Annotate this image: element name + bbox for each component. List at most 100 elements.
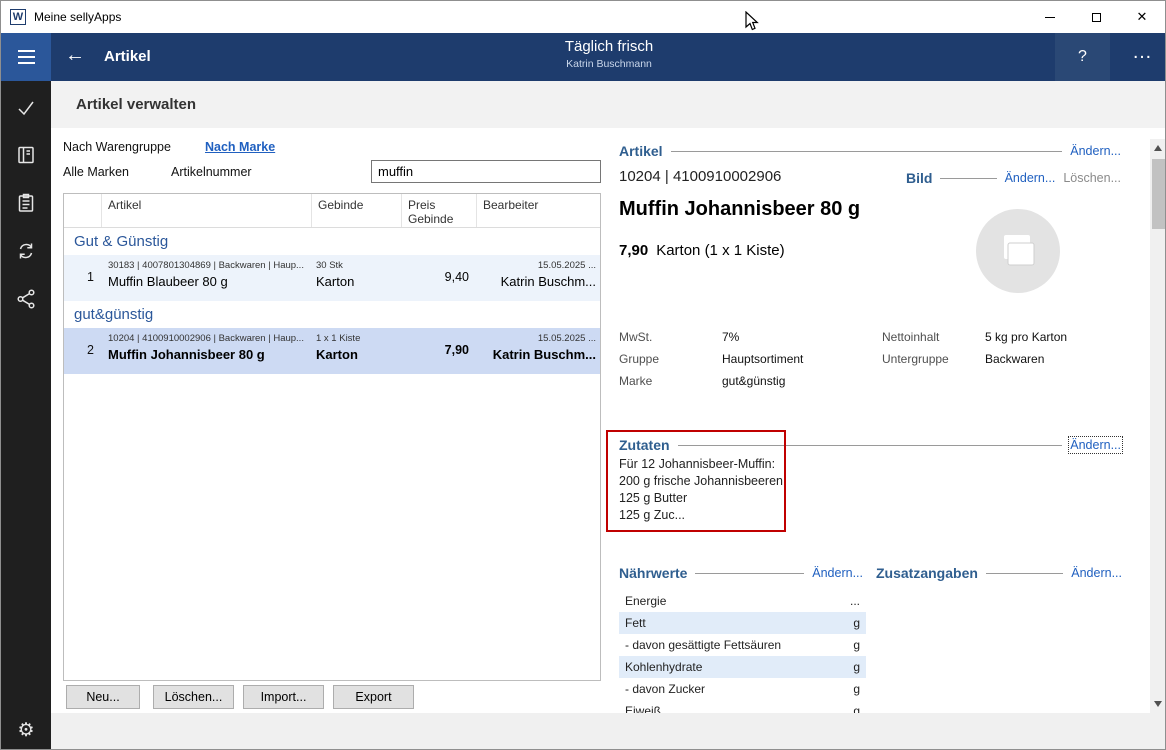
sidebar-item-settings[interactable]: ⚙ [1, 715, 51, 745]
help-button[interactable]: ? [1055, 33, 1110, 81]
bild-section-header: Bild Ändern... Löschen... [906, 169, 1121, 187]
user-name: Katrin Buschmann [565, 58, 653, 70]
minimize-icon [1045, 17, 1055, 18]
vertical-scrollbar[interactable] [1150, 139, 1166, 713]
row-date: 15.05.2025 ... [477, 333, 596, 344]
import-button[interactable]: Import... [243, 685, 324, 709]
check-icon [15, 97, 37, 119]
ingredients-text: Für 12 Johannisbeer-Muffin: 200 g frisch… [619, 456, 783, 524]
row-editor: Katrin Buschm... [477, 274, 596, 289]
field-label: Gruppe [619, 352, 722, 374]
group-header-gut-guenstig[interactable]: Gut & Günstig [64, 228, 600, 255]
group-header-gutguenstig[interactable]: gut&günstig [64, 301, 600, 328]
row-unit-detail: 30 Stk [316, 260, 402, 271]
field-value: 5 kg pro Karton [985, 330, 1122, 352]
scroll-down-icon[interactable] [1154, 701, 1162, 707]
field-value: Backwaren [985, 352, 1122, 374]
page-title: Artikel [104, 48, 151, 65]
zutaten-change-link[interactable]: Ändern... [1070, 438, 1121, 452]
divider [678, 445, 1063, 446]
photo-icon [996, 229, 1040, 273]
row-meta: 30183 | 4007801304869 | Backwaren | Haup… [108, 260, 312, 271]
naehrwerte-heading: Nährwerte [619, 565, 687, 581]
bild-change-link[interactable]: Ändern... [1005, 171, 1056, 185]
more-button[interactable]: … [1132, 41, 1153, 64]
zusatzangaben-change-link[interactable]: Ändern... [1071, 566, 1122, 580]
article-table: Artikel Gebinde Preis Gebinde Bearbeiter… [63, 193, 601, 681]
zusatzangaben-section-header: Zusatzangaben Ändern... [876, 564, 1122, 582]
sidebar-item-sync[interactable] [1, 236, 51, 266]
sync-icon [15, 240, 37, 262]
scroll-up-icon[interactable] [1154, 145, 1162, 151]
header-account[interactable]: Täglich frisch Katrin Buschmann [565, 38, 653, 70]
titlebar: W Meine sellyApps ✕ [1, 1, 1165, 33]
back-button[interactable]: ← [65, 44, 85, 67]
footer-bar [51, 713, 1166, 750]
field-label: Nettoinhalt [882, 330, 985, 352]
search-input[interactable] [371, 160, 601, 183]
field-label: MwSt. [619, 330, 722, 352]
sidebar-item-tasks[interactable] [1, 93, 51, 123]
naehrwerte-section-header: Nährwerte Ändern... [619, 564, 863, 582]
sidebar: ⚙ [1, 33, 51, 750]
field-value: gut&günstig [722, 374, 882, 396]
bild-heading: Bild [906, 170, 932, 186]
row-unit-detail: 1 x 1 Kiste [316, 333, 402, 344]
tab-nach-marke[interactable]: Nach Marke [205, 140, 275, 154]
article-fields: MwSt. 7% Nettoinhalt 5 kg pro Karton Gru… [619, 330, 1122, 396]
col-bearbeiter: Bearbeiter [477, 194, 600, 227]
bild-delete-link[interactable]: Löschen... [1063, 171, 1121, 185]
zusatzangaben-heading: Zusatzangaben [876, 565, 978, 581]
table-row-selected[interactable]: 2 10204 | 4100910002906 | Backwaren | Ha… [64, 328, 600, 374]
col-artikel: Artikel [102, 194, 312, 227]
all-brands-dropdown[interactable]: Alle Marken [63, 165, 129, 179]
maximize-icon [1092, 13, 1101, 22]
table-row[interactable]: 1 30183 | 4007801304869 | Backwaren | Ha… [64, 255, 600, 301]
article-price-unit: Karton (1 x 1 Kiste) [656, 242, 784, 259]
row-price: 7,90 [445, 343, 469, 357]
field-value: 7% [722, 330, 882, 352]
article-image-placeholder[interactable] [976, 209, 1060, 293]
app-logo-icon: W [10, 9, 26, 25]
window-title: Meine sellyApps [34, 10, 121, 24]
nutrition-row: - davon Zuckerg [619, 678, 866, 700]
sidebar-item-share[interactable] [1, 284, 51, 314]
divider [695, 573, 804, 574]
row-date: 15.05.2025 ... [477, 260, 596, 271]
new-button[interactable]: Neu... [66, 685, 140, 709]
divider [940, 178, 996, 179]
divider [986, 573, 1063, 574]
minimize-button[interactable] [1027, 1, 1073, 33]
window-controls: ✕ [1027, 1, 1165, 33]
sidebar-item-articles[interactable] [1, 188, 51, 218]
artikel-section-header: Artikel Ändern... [619, 142, 1121, 160]
close-button[interactable]: ✕ [1119, 1, 1165, 33]
nutrition-row: Fettg [619, 612, 866, 634]
field-value: Hauptsortiment [722, 352, 882, 374]
app-header: ← Artikel Täglich frisch Katrin Buschman… [51, 33, 1166, 81]
delete-button[interactable]: Löschen... [153, 685, 234, 709]
field-label: Untergruppe [882, 352, 985, 374]
article-price: 7,90 [619, 242, 648, 259]
artikel-heading: Artikel [619, 143, 663, 159]
maximize-button[interactable] [1073, 1, 1119, 33]
article-number-dropdown[interactable]: Artikelnummer [171, 165, 252, 179]
table-header: Artikel Gebinde Preis Gebinde Bearbeiter [64, 194, 600, 228]
naehrwerte-change-link[interactable]: Ändern... [812, 566, 863, 580]
scrollbar-thumb[interactable] [1152, 159, 1165, 229]
close-icon: ✕ [1137, 9, 1148, 25]
article-price-line: 7,90 Karton (1 x 1 Kiste) [619, 242, 785, 259]
row-editor: Katrin Buschm... [477, 347, 596, 362]
nutrition-row: - davon gesättigte Fettsäureng [619, 634, 866, 656]
tab-nach-warengruppe[interactable]: Nach Warengruppe [63, 140, 171, 154]
hamburger-menu-button[interactable] [1, 33, 51, 81]
artikel-change-link[interactable]: Ändern... [1070, 144, 1121, 158]
row-unit: Karton [316, 274, 402, 289]
export-button[interactable]: Export [333, 685, 414, 709]
help-icon: ? [1078, 48, 1087, 66]
store-name: Täglich frisch [565, 38, 653, 55]
row-article-name: Muffin Johannisbeer 80 g [108, 347, 312, 362]
col-preis-gebinde: Preis Gebinde [402, 194, 477, 227]
sidebar-item-catalog[interactable] [1, 140, 51, 170]
row-price: 9,40 [445, 270, 469, 284]
